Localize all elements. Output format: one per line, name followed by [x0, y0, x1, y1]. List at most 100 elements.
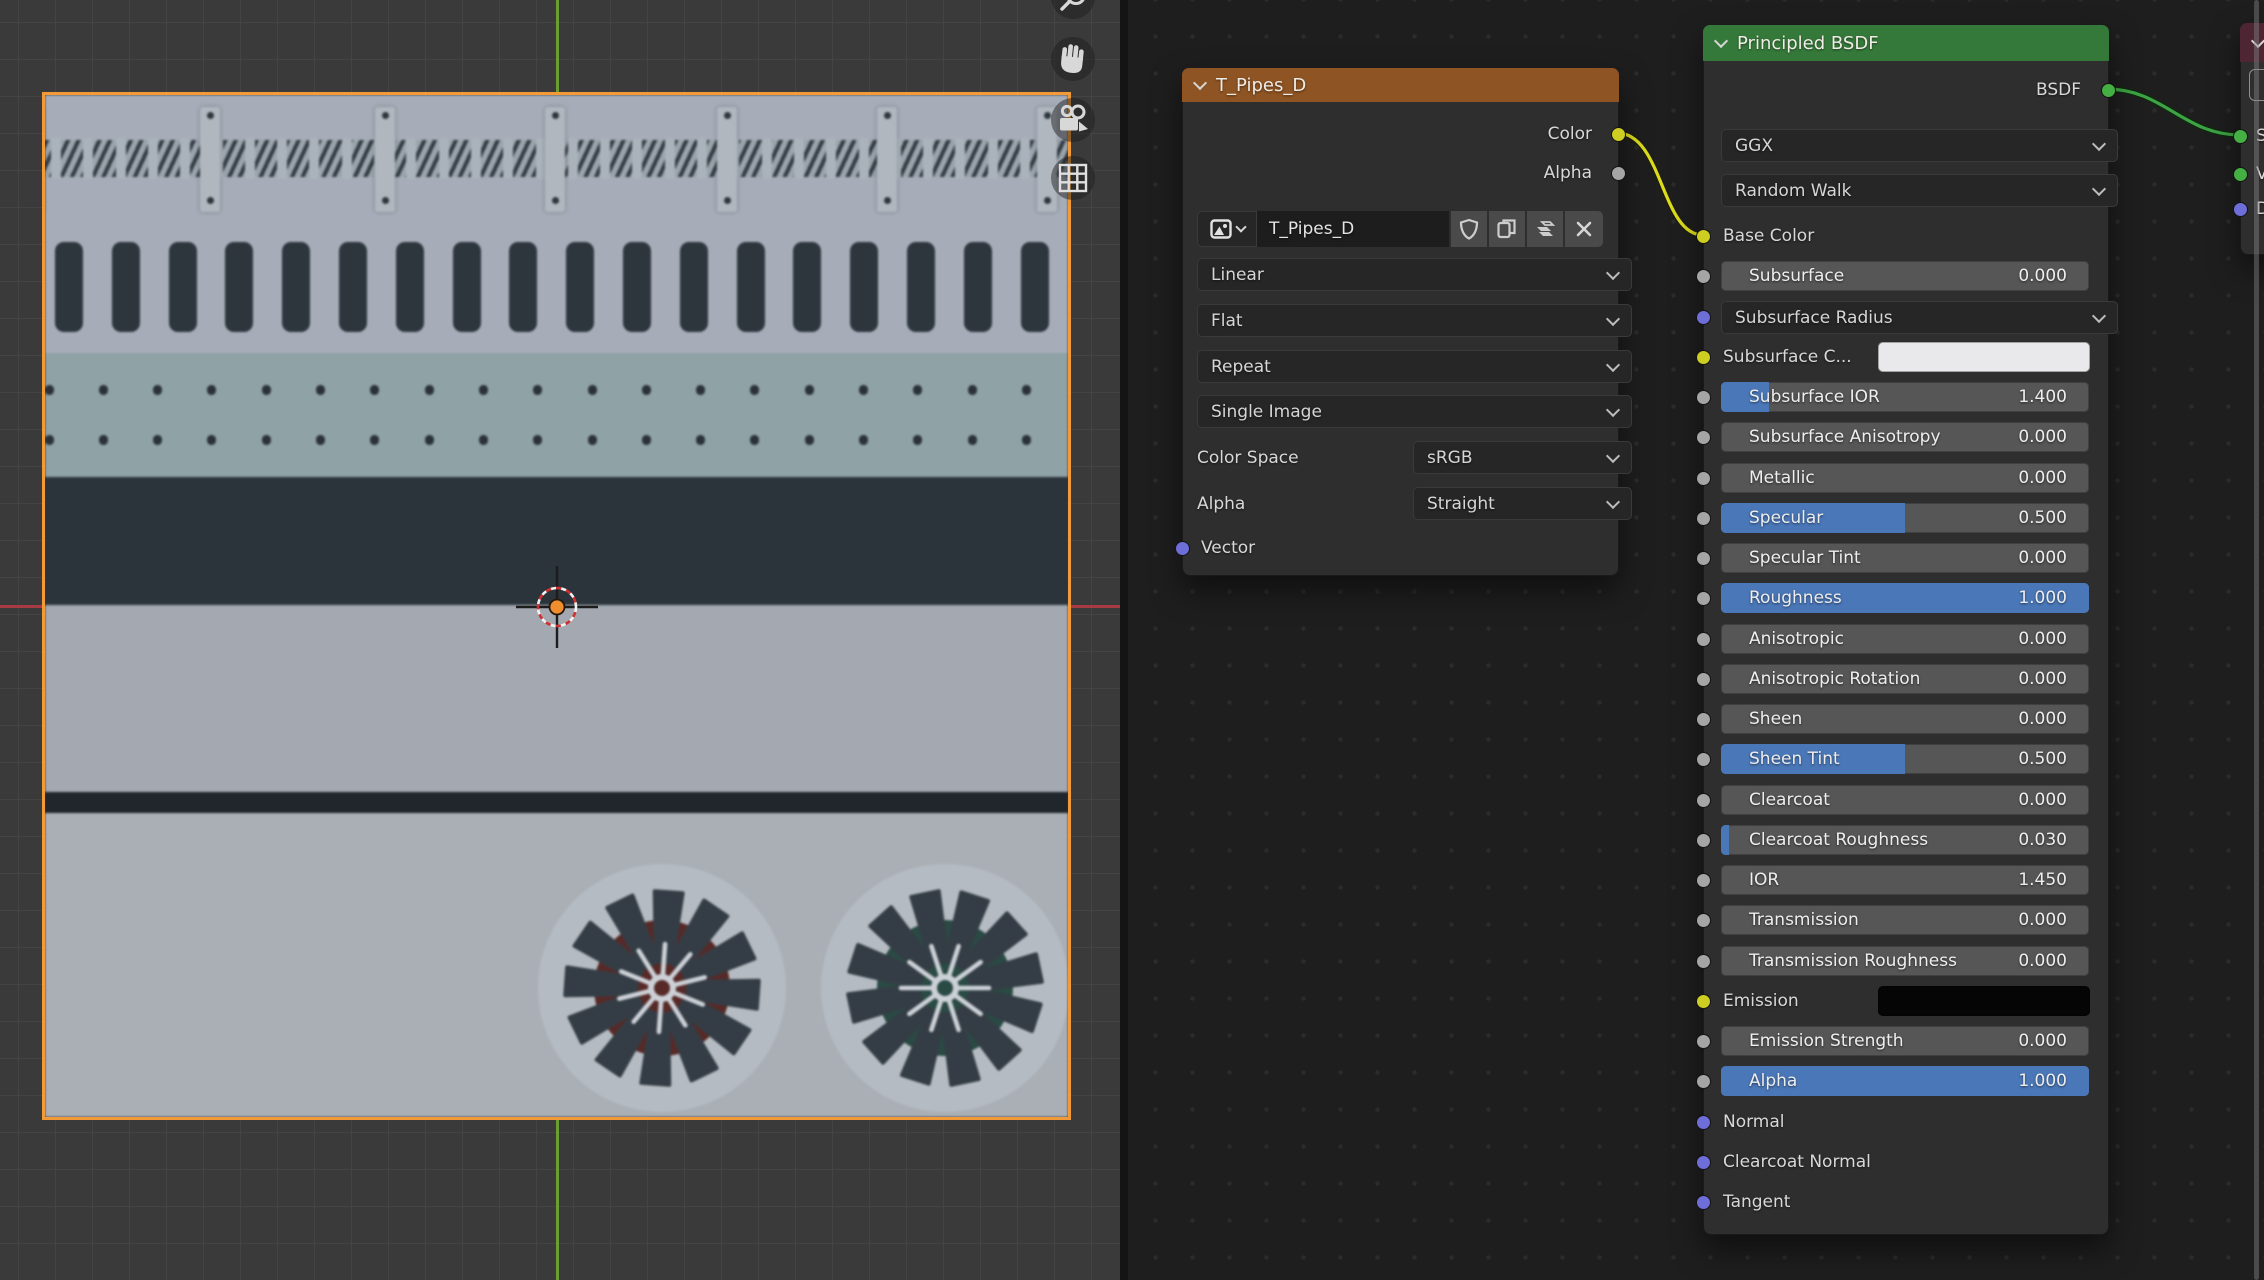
transmission-slider[interactable]: Transmission0.000	[1721, 905, 2089, 935]
socket-subsurface-c-input[interactable]	[1696, 350, 1711, 365]
subsurface-ior-slider[interactable]: Subsurface IOR1.400	[1721, 382, 2089, 412]
socket-normal-input[interactable]	[1696, 1115, 1711, 1130]
socket-emission-input[interactable]	[1696, 994, 1711, 1009]
socket-bsdf-output[interactable]	[2101, 83, 2116, 98]
texture-cable-clamp	[342, 138, 352, 179]
image-browse-button[interactable]	[1197, 211, 1257, 247]
tangent-input-label: Tangent	[1723, 1187, 1790, 1217]
clearcoat-slider[interactable]: Clearcoat0.000	[1721, 785, 2089, 815]
socket-base-color-input[interactable]	[1696, 229, 1711, 244]
socket-emission-strength-input[interactable]	[1696, 1034, 1711, 1049]
image-name-field[interactable]: T_Pipes_D	[1257, 211, 1449, 247]
extension-dropdown[interactable]: Repeat	[1197, 350, 1632, 383]
editor-scrollbar[interactable]	[2254, 0, 2259, 1280]
slider-label: Subsurface Anisotropy	[1749, 427, 1941, 447]
color-space-dropdown[interactable]: sRGB	[1413, 441, 1632, 474]
socket-sheen-tint-input[interactable]	[1696, 752, 1711, 767]
specular-slider[interactable]: Specular0.500	[1721, 503, 2089, 533]
projection-dropdown[interactable]: Flat	[1197, 304, 1632, 337]
socket-color-output[interactable]	[1611, 127, 1626, 142]
node-header[interactable]	[2240, 23, 2264, 62]
texture-cable-clamp	[665, 138, 675, 179]
subsurface-anisotropy-slider[interactable]: Subsurface Anisotropy0.000	[1721, 422, 2089, 452]
socket-clearcoat-input[interactable]	[1696, 793, 1711, 808]
socket-sheen-input[interactable]	[1696, 712, 1711, 727]
slider-value: 0.500	[2018, 749, 2067, 769]
sheen-slider[interactable]: Sheen0.000	[1721, 704, 2089, 734]
socket-clearcoat-normal-input[interactable]	[1696, 1155, 1711, 1170]
collapse-chevron-icon[interactable]	[1714, 34, 1728, 48]
socket-subsurface-radius-input[interactable]	[1696, 310, 1711, 325]
socket-clearcoat-roughness-input[interactable]	[1696, 833, 1711, 848]
ior-slider[interactable]: IOR1.450	[1721, 865, 2089, 895]
interpolation-value: Linear	[1211, 265, 1264, 285]
unlink-x-icon[interactable]	[1565, 211, 1603, 247]
3d-viewport[interactable]	[0, 0, 1120, 1280]
pan-hand-icon[interactable]	[1051, 37, 1095, 81]
source-dropdown[interactable]: Single Image	[1197, 395, 1632, 428]
bracket-bolt	[552, 197, 559, 204]
texture-vent-slot	[907, 242, 935, 332]
clearcoat-roughness-slider[interactable]: Clearcoat Roughness0.030	[1721, 825, 2089, 855]
socket-tangent-input[interactable]	[1696, 1195, 1711, 1210]
fake-user-shield-icon[interactable]	[1451, 211, 1487, 247]
distribution-dropdown[interactable]: GGX	[1721, 129, 2118, 162]
alpha-mode-dropdown[interactable]: Straight	[1413, 487, 1632, 520]
socket-subsurface-ior-input[interactable]	[1696, 390, 1711, 405]
interpolation-dropdown[interactable]: Linear	[1197, 258, 1632, 291]
pack-image-icon[interactable]	[1527, 211, 1563, 247]
socket-subsurface-input[interactable]	[1696, 269, 1711, 284]
copy-datablock-icon[interactable]	[1489, 211, 1525, 247]
slider-value: 0.000	[2018, 669, 2067, 689]
socket-displacement-input[interactable]	[2233, 202, 2248, 217]
subsurface-slider[interactable]: Subsurface0.000	[1721, 261, 2089, 291]
socket-vector-input[interactable]	[1175, 541, 1190, 556]
socket-transmission-input[interactable]	[1696, 913, 1711, 928]
texture-bolt-dot	[316, 385, 325, 395]
slider-value: 0.500	[2018, 508, 2067, 528]
socket-alpha-output[interactable]	[1611, 166, 1626, 181]
transmission-roughness-slider[interactable]: Transmission Roughness0.000	[1721, 946, 2089, 976]
texture-cable-clamp	[568, 138, 578, 179]
camera-view-icon[interactable]	[1051, 98, 1095, 142]
principled-bsdf-node[interactable]: Principled BSDF BSDF GGX Random Walk Bas…	[1703, 25, 2109, 1235]
socket-anisotropic-input[interactable]	[1696, 632, 1711, 647]
metallic-slider[interactable]: Metallic0.000	[1721, 463, 2089, 493]
socket-specular-tint-input[interactable]	[1696, 551, 1711, 566]
socket-ior-input[interactable]	[1696, 873, 1711, 888]
socket-volume-input[interactable]	[2233, 167, 2248, 182]
socket-transmission-roughness-input[interactable]	[1696, 954, 1711, 969]
subsurface-c-color-swatch[interactable]	[1878, 342, 2090, 372]
specular-tint-slider[interactable]: Specular Tint0.000	[1721, 543, 2089, 573]
alpha-slider[interactable]: Alpha1.000	[1721, 1066, 2089, 1096]
sheen-tint-slider[interactable]: Sheen Tint0.500	[1721, 744, 2089, 774]
anisotropic-rotation-slider[interactable]: Anisotropic Rotation0.000	[1721, 664, 2089, 694]
material-output-node[interactable]: S V D	[2240, 23, 2264, 255]
socket-metallic-input[interactable]	[1696, 471, 1711, 486]
emission-strength-slider[interactable]: Emission Strength0.000	[1721, 1026, 2089, 1056]
roughness-slider[interactable]: Roughness1.000	[1721, 583, 2089, 613]
texture-cable-clamp	[180, 138, 190, 179]
zoom-icon[interactable]	[1051, 0, 1095, 19]
subsurface-radius-dropdown[interactable]: Subsurface Radius	[1721, 301, 2118, 334]
socket-alpha-input[interactable]	[1696, 1074, 1711, 1089]
node-header[interactable]: T_Pipes_D	[1182, 68, 1619, 102]
texture-cable-clamp	[632, 138, 642, 179]
socket-specular-input[interactable]	[1696, 511, 1711, 526]
slider-label: Subsurface IOR	[1749, 387, 1880, 407]
bracket-bolt	[382, 112, 389, 119]
socket-surface-input[interactable]	[2233, 129, 2248, 144]
socket-subsurface-anisotropy-input[interactable]	[1696, 430, 1711, 445]
editor-divider[interactable]	[1120, 0, 1128, 1280]
emission-color-swatch[interactable]	[1878, 986, 2090, 1016]
grid-ortho-icon[interactable]	[1051, 156, 1095, 200]
subsurface-method-dropdown[interactable]: Random Walk	[1721, 174, 2118, 207]
node-header[interactable]: Principled BSDF	[1703, 25, 2109, 61]
shader-editor[interactable]: T_Pipes_D Color Alpha T_Pipes_D	[1128, 0, 2264, 1280]
texture-cable-clamp	[826, 138, 836, 179]
image-texture-node[interactable]: T_Pipes_D Color Alpha T_Pipes_D	[1182, 68, 1619, 576]
anisotropic-slider[interactable]: Anisotropic0.000	[1721, 624, 2089, 654]
socket-roughness-input[interactable]	[1696, 591, 1711, 606]
collapse-chevron-icon[interactable]	[1193, 76, 1207, 90]
socket-anisotropic-rotation-input[interactable]	[1696, 672, 1711, 687]
